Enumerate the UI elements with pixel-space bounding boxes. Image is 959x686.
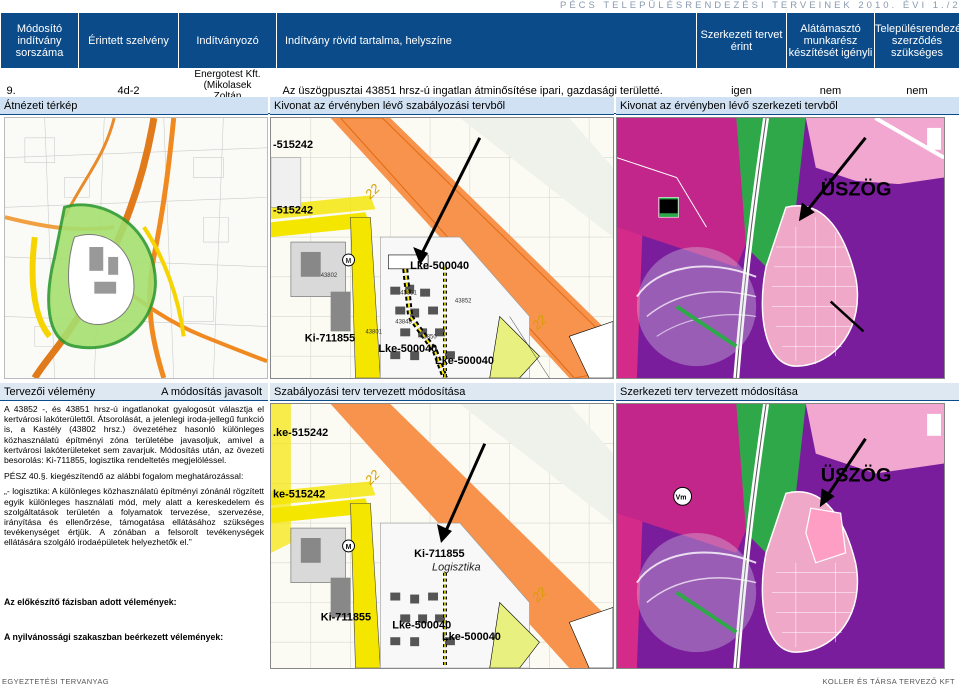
document-header: PÉCS TELEPÜLÉSRENDEZÉSI TERVEINEK 2010. …	[560, 0, 959, 11]
header-supporting: Alátámasztó munkarész készítését igényli	[786, 12, 875, 69]
footer-right: KOLLER ÉS TÁRSA TERVEZŐ KFT	[822, 677, 955, 686]
map-label: Vm	[676, 494, 687, 501]
bar-proposed-regulation: Szabályozási terv tervezett módosítása	[270, 383, 614, 401]
map-label: Lke-500040	[442, 631, 501, 643]
map-label: Ki-711855	[321, 611, 371, 623]
map-label: Lke-500040	[410, 260, 469, 272]
header-contract: Településrendezési szerződés szükséges	[874, 12, 959, 69]
current-structure-map: ÜSZÖG	[616, 117, 945, 379]
opinion-paragraph: „- logisztika: A különleges közhasználat…	[4, 486, 264, 548]
header-initiator: Indítványozó	[178, 12, 277, 69]
map-label: -515242	[273, 204, 313, 216]
map-label: 43852	[455, 299, 472, 305]
header-modification-no: Módosító indítvány sorszáma	[0, 12, 79, 69]
map-label: M	[346, 258, 352, 265]
map-label: ÜSZÖG	[821, 463, 892, 486]
map-label: M	[346, 544, 352, 551]
map-label: 43850	[420, 334, 437, 340]
preliminary-opinions-heading: Az előkészítő fázisban adott vélemények:	[4, 597, 177, 607]
map-label: Lke-500040	[435, 355, 494, 367]
opinion-paragraph: PÉSZ 40.§. kiegészítendő az alábbi fogal…	[4, 471, 244, 482]
header-parcel: Érintett szelvény	[78, 12, 179, 69]
map-label: 43851	[400, 291, 417, 297]
recommended-label: A módosítás javasolt	[161, 386, 262, 398]
overview-map	[4, 117, 268, 379]
bar-proposed-structure: Szerkezeti terv tervezett módosítása	[616, 383, 959, 401]
map-label: ke-515242	[273, 488, 325, 500]
current-regulation-map: -515242 -515242 Lke-500040 Ki-711855 Lke…	[270, 117, 614, 379]
map-label: Ki-711855	[414, 548, 464, 560]
table-header-row: Módosító indítvány sorszáma Érintett sze…	[0, 12, 959, 69]
initiator-line-1: Energotest Kft. (Mikolasek	[194, 69, 261, 91]
planner-opinion-label: Tervezői vélemény	[4, 386, 96, 398]
opinion-paragraph: A 43852 -, és 43851 hrsz-ú ingatlanokat …	[4, 404, 264, 466]
map-label: 43802	[321, 273, 338, 279]
header-summary: Indítvány rövid tartalma, helyszíne	[276, 12, 697, 69]
map-label: .ke-515242	[273, 427, 328, 439]
bar-current-regulation: Kivonat az érvényben lévő szabályozási t…	[270, 97, 614, 115]
map-label: ÜSZÖG	[821, 177, 892, 200]
map-label: -515242	[273, 139, 313, 151]
footer-left: EGYEZTETÉSI TERVANYAG	[2, 677, 110, 686]
proposed-regulation-map: .ke-515242 ke-515242 Ki-711855 Ki-711855…	[270, 403, 614, 669]
map-label: Ki-711855	[305, 332, 355, 344]
map-label: Lke-500040	[392, 619, 451, 631]
map-label: Lke-500040	[378, 343, 437, 355]
bar-planner-opinion: Tervezői vélemény A módosítás javasolt	[0, 383, 268, 401]
proposed-structure-map: Vm ÜSZÖG	[616, 403, 945, 669]
header-structural: Szerkezeti tervet érint	[696, 12, 787, 69]
map-label: 43848	[395, 319, 412, 325]
map-label: Logisztika	[432, 562, 481, 574]
planner-opinion-text: A 43852 -, és 43851 hrsz-ú ingatlanokat …	[0, 403, 268, 589]
bar-current-structure: Kivonat az érvényben lévő szerkezeti ter…	[616, 97, 959, 115]
map-label: 43801	[365, 329, 382, 335]
public-opinions-heading: A nyilvánossági szakaszban beérkezett vé…	[4, 632, 224, 642]
bar-overview-map: Átnézeti térkép	[0, 97, 268, 115]
